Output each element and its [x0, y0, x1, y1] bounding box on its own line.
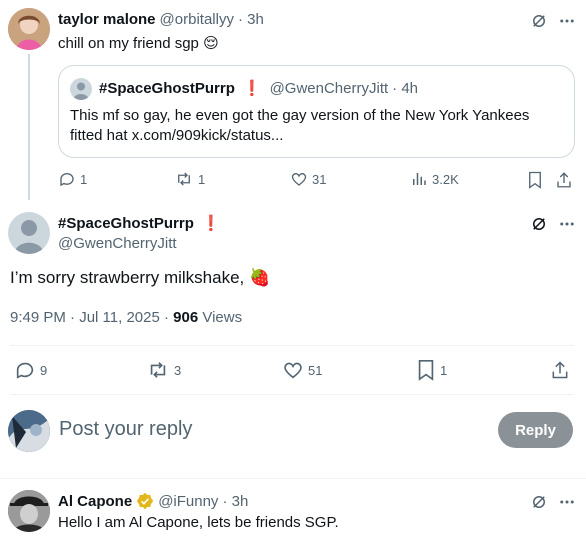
- exclamation-badge-icon: ❗: [201, 215, 221, 232]
- author-handle[interactable]: @orbitallyy: [160, 11, 234, 28]
- like-icon: [291, 172, 307, 186]
- like-action[interactable]: 51: [282, 359, 322, 381]
- quoted-text: This mf so gay, he even got the gay vers…: [70, 107, 530, 144]
- repost-icon: [150, 362, 166, 378]
- share-icon[interactable]: [549, 359, 571, 381]
- bookmark-icon: [418, 360, 434, 381]
- divider: [0, 478, 586, 479]
- avatar-al-capone[interactable]: [8, 490, 50, 532]
- avatar-spaceghostpurrp[interactable]: [8, 212, 50, 254]
- tweet-text: Hello I am Al Capone, lets be friends SG…: [58, 514, 339, 531]
- quoted-author-handle: @GwenCherryJitt: [269, 80, 389, 97]
- tweet-timestamp: 9:49 PM · Jul 11, 2025 · 906 Views: [10, 309, 242, 326]
- tweet-time[interactable]: · 3h: [222, 493, 248, 510]
- repost-icon: [178, 172, 190, 186]
- reply-icon: [60, 173, 74, 187]
- reply-button[interactable]: Reply: [498, 412, 573, 448]
- repost-action[interactable]: 3: [146, 359, 181, 381]
- divider: [10, 394, 574, 395]
- avatar-default: [70, 78, 92, 100]
- thread-line: [28, 54, 30, 200]
- timestamp-text[interactable]: 9:49 PM · Jul 11, 2025 ·: [10, 309, 173, 326]
- reply-icon: [16, 362, 34, 379]
- views-icon: [413, 173, 426, 185]
- quoted-tweet-card[interactable]: #SpaceGhostPurrp ❗ @GwenCherryJitt · 4h …: [58, 65, 575, 158]
- grok-icon[interactable]: [528, 491, 550, 513]
- exclamation-badge-icon: ❗: [242, 80, 262, 97]
- reply-action[interactable]: 9: [14, 359, 47, 381]
- more-icon[interactable]: [556, 213, 578, 235]
- views-action[interactable]: 3.2K: [410, 170, 459, 188]
- avatar-current-user[interactable]: [8, 410, 50, 452]
- author-name[interactable]: taylor malone: [58, 11, 156, 28]
- reply-action[interactable]: 1: [58, 170, 87, 188]
- grok-icon[interactable]: [528, 213, 550, 235]
- tweet-time[interactable]: · 3h: [238, 11, 264, 28]
- tweet-text: chill on my friend sgp 😌: [58, 35, 219, 52]
- repost-action[interactable]: 1: [174, 170, 205, 188]
- more-icon[interactable]: [556, 491, 578, 513]
- tweet-text: I’m sorry strawberry milkshake, 🍓: [10, 268, 271, 287]
- more-icon[interactable]: [556, 10, 578, 32]
- bookmark-icon[interactable]: [525, 170, 545, 190]
- bookmark-action[interactable]: 1: [416, 359, 447, 381]
- grok-icon[interactable]: [528, 10, 550, 32]
- like-icon: [284, 362, 302, 379]
- divider: [10, 345, 574, 346]
- verified-icon: [136, 492, 154, 510]
- author-name[interactable]: #SpaceGhostPurrp: [58, 215, 194, 232]
- quoted-author-name: #SpaceGhostPurrp: [99, 80, 235, 97]
- share-icon[interactable]: [554, 170, 574, 190]
- author-handle[interactable]: @GwenCherryJitt: [58, 235, 177, 252]
- views-label: Views: [198, 309, 243, 326]
- quoted-time: · 4h: [392, 80, 419, 97]
- like-action[interactable]: 31: [290, 170, 326, 188]
- author-name[interactable]: Al Capone: [58, 493, 132, 510]
- views-count: 906: [173, 309, 199, 326]
- avatar-taylor-malone[interactable]: [8, 8, 50, 50]
- author-handle[interactable]: @iFunny: [158, 493, 218, 510]
- reply-input[interactable]: Post your reply: [59, 418, 479, 441]
